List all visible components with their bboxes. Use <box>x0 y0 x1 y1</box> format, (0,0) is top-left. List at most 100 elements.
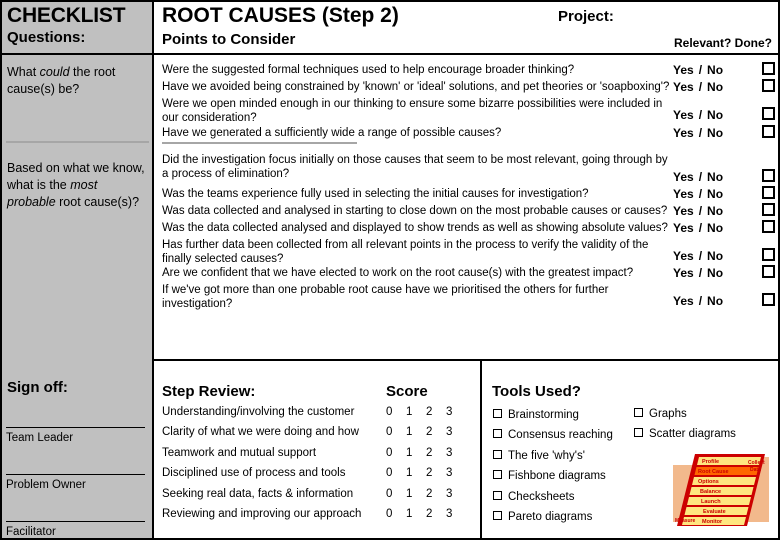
yes-no-toggle[interactable]: Yes / No <box>673 266 723 280</box>
done-checkbox[interactable] <box>762 248 775 261</box>
yes-option[interactable]: Yes <box>673 63 694 77</box>
yes-option[interactable]: Yes <box>673 170 694 184</box>
step-review-score-scale[interactable]: 0123 <box>386 467 466 479</box>
score-option[interactable]: 0 <box>386 426 406 438</box>
step-review-score-scale[interactable]: 0123 <box>386 426 466 438</box>
score-option[interactable]: 3 <box>446 406 466 418</box>
checklist-page: CHECKLIST Questions: What could the root… <box>0 0 780 540</box>
tool-checkbox[interactable] <box>493 490 502 500</box>
yes-option[interactable]: Yes <box>673 80 694 94</box>
yes-option[interactable]: Yes <box>673 187 694 201</box>
score-option[interactable]: 2 <box>426 426 446 438</box>
done-checkbox[interactable] <box>762 62 775 75</box>
score-option[interactable]: 1 <box>406 426 426 438</box>
score-option[interactable]: 1 <box>406 488 426 500</box>
tool-checkbox-item[interactable]: Checksheets <box>493 490 574 503</box>
yes-no-toggle[interactable]: Yes / No <box>673 108 723 122</box>
score-option[interactable]: 3 <box>446 467 466 479</box>
no-option[interactable]: No <box>707 249 723 263</box>
score-option[interactable]: 1 <box>406 467 426 479</box>
yes-no-toggle[interactable]: Yes / No <box>673 126 723 140</box>
score-option[interactable]: 3 <box>446 447 466 459</box>
score-option[interactable]: 0 <box>386 467 406 479</box>
score-option[interactable]: 0 <box>386 488 406 500</box>
tool-checkbox[interactable] <box>493 470 502 480</box>
yes-no-separator: / <box>698 108 703 122</box>
tool-checkbox-item[interactable]: Scatter diagrams <box>634 428 736 440</box>
done-checkbox[interactable] <box>762 186 775 199</box>
score-option[interactable]: 1 <box>406 447 426 459</box>
score-option[interactable]: 3 <box>446 508 466 520</box>
yes-no-toggle[interactable]: Yes / No <box>673 204 723 218</box>
tool-checkbox[interactable] <box>493 449 502 459</box>
no-option[interactable]: No <box>707 108 723 122</box>
score-option[interactable]: 2 <box>426 406 446 418</box>
done-checkbox[interactable] <box>762 107 775 120</box>
score-option[interactable]: 1 <box>406 406 426 418</box>
point-question: Have we avoided being constrained by 'kn… <box>162 81 670 93</box>
yes-option[interactable]: Yes <box>673 266 694 280</box>
step-review-score-scale[interactable]: 0123 <box>386 406 466 418</box>
no-option[interactable]: No <box>707 204 723 218</box>
score-option[interactable]: 0 <box>386 447 406 459</box>
signature-line-problem-owner[interactable] <box>6 474 145 475</box>
done-checkbox[interactable] <box>762 203 775 216</box>
score-option[interactable]: 3 <box>446 426 466 438</box>
done-checkbox[interactable] <box>762 79 775 92</box>
score-option[interactable]: 2 <box>426 508 446 520</box>
score-option[interactable]: 2 <box>426 467 446 479</box>
tool-checkbox[interactable] <box>493 409 502 418</box>
tool-checkbox-item[interactable]: Fishbone diagrams <box>493 470 606 482</box>
no-option[interactable]: No <box>707 294 723 308</box>
yes-option[interactable]: Yes <box>673 108 694 122</box>
tool-checkbox-item[interactable]: The five 'why's' <box>493 449 585 462</box>
done-checkbox[interactable] <box>762 293 775 306</box>
no-option[interactable]: No <box>707 221 723 235</box>
yes-no-toggle[interactable]: Yes / No <box>673 170 723 184</box>
score-option[interactable]: 3 <box>446 488 466 500</box>
done-checkbox[interactable] <box>762 169 775 182</box>
yes-option[interactable]: Yes <box>673 249 694 263</box>
score-option[interactable]: 2 <box>426 447 446 459</box>
tool-checkbox-item[interactable]: Brainstorming <box>493 409 579 421</box>
tool-checkbox[interactable] <box>634 408 643 417</box>
tool-checkbox[interactable] <box>493 511 502 520</box>
tool-checkbox-item[interactable]: Graphs <box>634 408 687 420</box>
no-option[interactable]: No <box>707 187 723 201</box>
signature-line-facilitator[interactable] <box>6 521 145 522</box>
score-option[interactable]: 0 <box>386 508 406 520</box>
score-option[interactable]: 0 <box>386 406 406 418</box>
yes-no-toggle[interactable]: Yes / No <box>673 63 723 77</box>
checklist-question-2: Based on what we know, what is the most … <box>7 160 149 211</box>
step-review-row-label: Reviewing and improving our approach <box>162 508 362 520</box>
yes-no-toggle[interactable]: Yes / No <box>673 221 723 235</box>
point-question: Was data collected and analysed in start… <box>162 205 668 217</box>
no-option[interactable]: No <box>707 266 723 280</box>
tool-checkbox[interactable] <box>634 428 643 438</box>
yes-option[interactable]: Yes <box>673 126 694 140</box>
tool-checkbox-item[interactable]: Pareto diagrams <box>493 511 592 523</box>
score-option[interactable]: 2 <box>426 488 446 500</box>
yes-no-separator: / <box>698 249 703 263</box>
no-option[interactable]: No <box>707 63 723 77</box>
done-checkbox[interactable] <box>762 220 775 233</box>
done-checkbox[interactable] <box>762 125 775 138</box>
score-option[interactable]: 1 <box>406 508 426 520</box>
yes-no-toggle[interactable]: Yes / No <box>673 294 723 308</box>
yes-no-toggle[interactable]: Yes / No <box>673 80 723 94</box>
tool-checkbox[interactable] <box>493 429 502 439</box>
step-review-score-scale[interactable]: 0123 <box>386 488 466 500</box>
yes-no-toggle[interactable]: Yes / No <box>673 187 723 201</box>
done-checkbox[interactable] <box>762 265 775 278</box>
no-option[interactable]: No <box>707 126 723 140</box>
step-review-score-scale[interactable]: 0123 <box>386 447 466 459</box>
yes-option[interactable]: Yes <box>673 204 694 218</box>
no-option[interactable]: No <box>707 170 723 184</box>
yes-option[interactable]: Yes <box>673 294 694 308</box>
step-review-score-scale[interactable]: 0123 <box>386 508 466 520</box>
yes-option[interactable]: Yes <box>673 221 694 235</box>
tool-checkbox-item[interactable]: Consensus reaching <box>493 429 613 441</box>
signature-line-team-leader[interactable] <box>6 427 145 428</box>
yes-no-toggle[interactable]: Yes / No <box>673 249 723 263</box>
no-option[interactable]: No <box>707 80 723 94</box>
